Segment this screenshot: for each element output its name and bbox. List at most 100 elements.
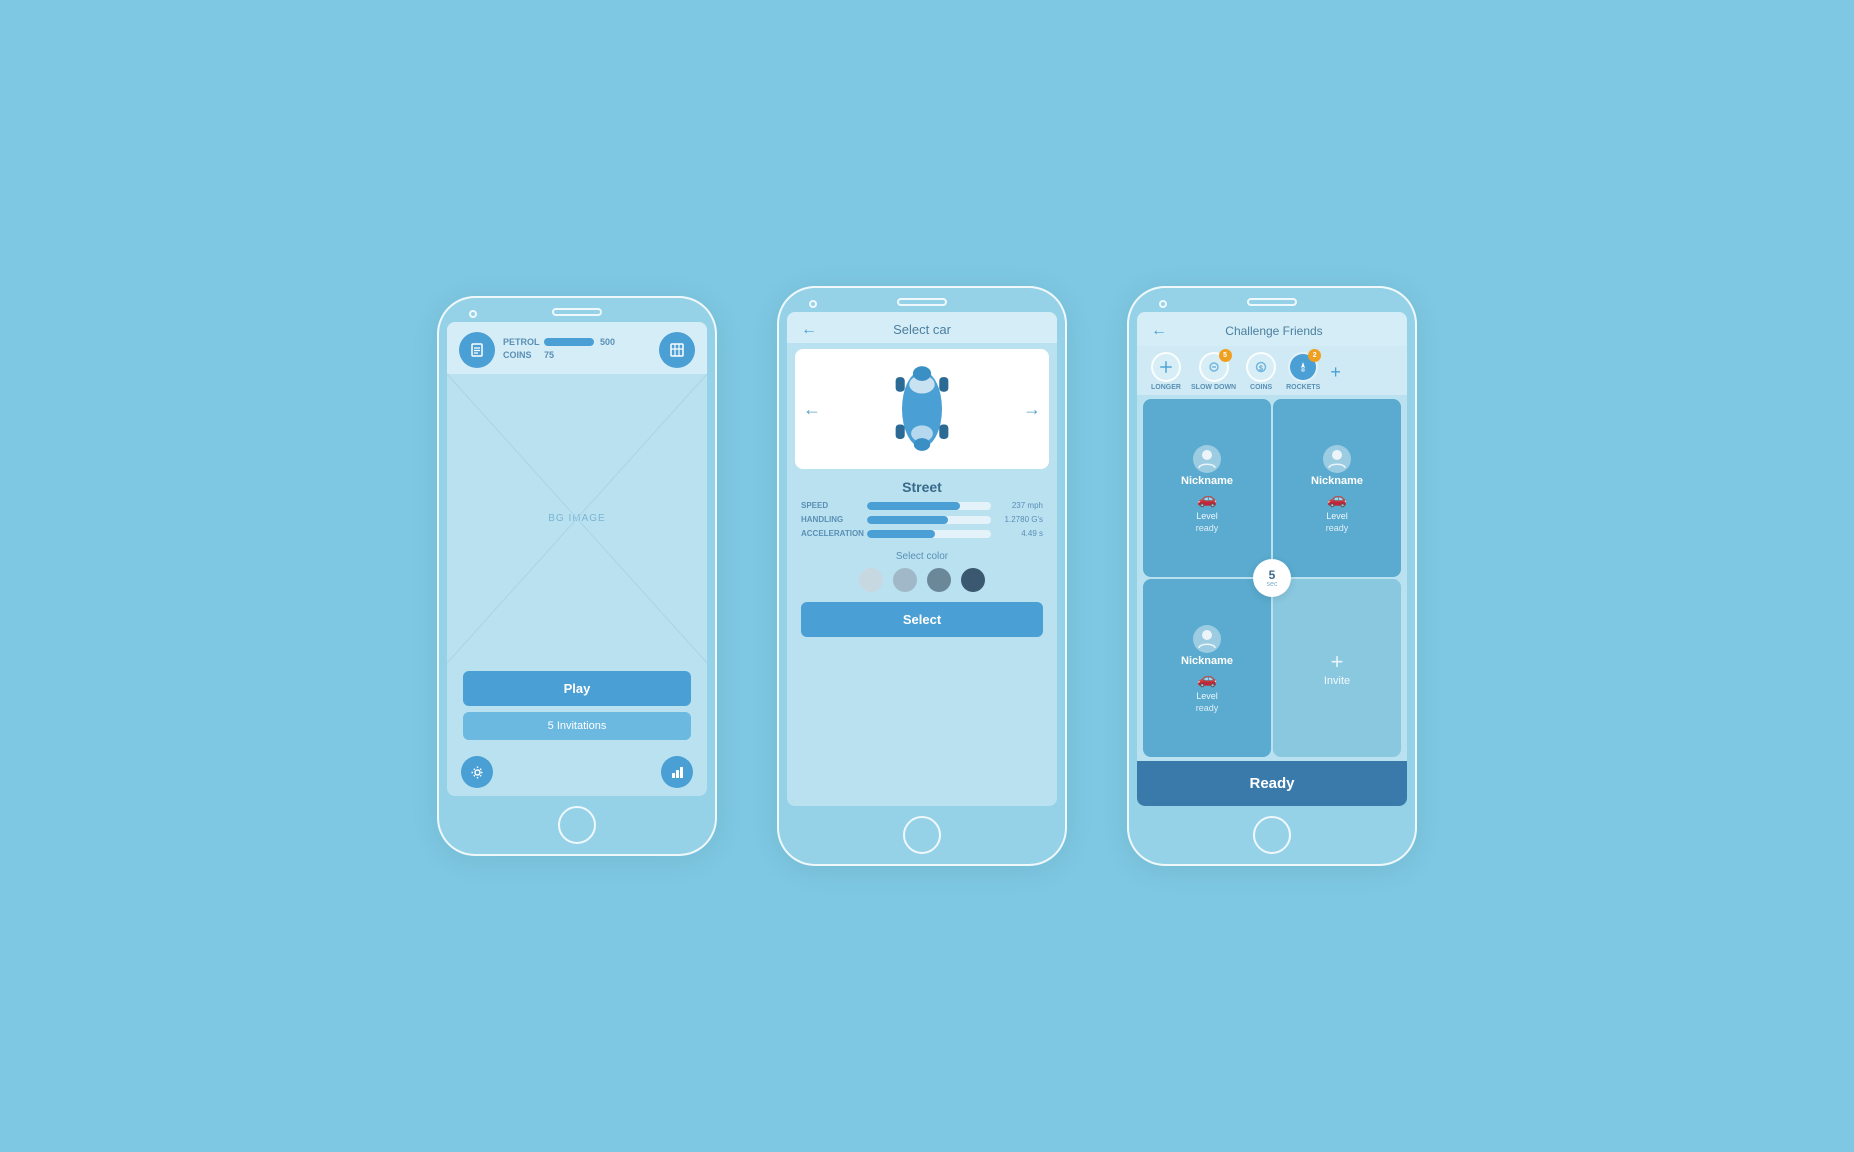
phone-2: ← Select car ←	[777, 286, 1067, 866]
phone2-back-button[interactable]: ←	[801, 321, 817, 339]
speed-row: SPEED 237 mph	[801, 501, 1043, 510]
phone2-car-next[interactable]: →	[1023, 399, 1041, 420]
powerup-slowdown: 5 SLOW DOWN	[1191, 352, 1236, 391]
coins-circle[interactable]: $	[1246, 352, 1276, 382]
longer-label: LONGER	[1151, 384, 1181, 391]
petrol-bar	[544, 338, 594, 346]
player3-level: Level	[1196, 691, 1218, 701]
phones-container: PETROL 500 COINS 75	[437, 286, 1417, 866]
speed-label: SPEED	[801, 501, 863, 510]
timer-label: sec	[1267, 581, 1278, 588]
player2-level: Level	[1326, 511, 1348, 521]
slowdown-circle[interactable]: 5	[1199, 352, 1229, 382]
speed-value: 237 mph	[995, 501, 1043, 510]
phone3-screen: ← Challenge Friends LONGER 5	[1137, 312, 1407, 806]
player-card-3: Nickname 🚗 Level ready	[1143, 579, 1271, 757]
player3-avatar	[1193, 625, 1221, 653]
phone2-bottom	[779, 806, 1065, 864]
acceleration-value: 4.49 s	[995, 529, 1043, 538]
player1-name: Nickname	[1181, 475, 1233, 487]
car-name: Street	[787, 475, 1057, 497]
phone2-right-button	[1066, 388, 1067, 423]
handling-bar-bg	[867, 516, 991, 524]
coins-row: COINS 75	[503, 350, 651, 360]
ready-button[interactable]: Ready	[1137, 761, 1407, 806]
phone1-right-button	[716, 398, 717, 433]
phone-1: PETROL 500 COINS 75	[437, 296, 717, 856]
phone3-back-button[interactable]: ←	[1151, 322, 1167, 340]
coins-label: COINS	[1250, 384, 1272, 391]
player2-status: ready	[1326, 523, 1349, 533]
speed-bar-bg	[867, 502, 991, 510]
color-picker	[787, 568, 1057, 592]
phone1-bg-area: BG IMAGE	[447, 374, 707, 663]
add-powerup-button[interactable]: +	[1330, 362, 1341, 391]
player3-name: Nickname	[1181, 655, 1233, 667]
phone2-speaker	[897, 298, 947, 306]
handling-value: 1.2780 G's	[995, 515, 1043, 524]
phone1-side-buttons	[437, 378, 438, 430]
phone1-bottom	[439, 796, 715, 854]
phone1-home-button[interactable]	[558, 806, 596, 844]
phone3-bottom	[1129, 806, 1415, 864]
phone2-car-prev[interactable]: ←	[803, 399, 821, 420]
handling-row: HANDLING 1.2780 G's	[801, 515, 1043, 524]
phone2-home-button[interactable]	[903, 816, 941, 854]
color-medium-gray[interactable]	[893, 568, 917, 592]
coins-label: COINS	[503, 350, 538, 360]
phone2-screen: ← Select car ←	[787, 312, 1057, 806]
notes-icon	[459, 332, 495, 368]
acceleration-label: ACCELERATION	[801, 529, 863, 538]
color-darkest[interactable]	[961, 568, 985, 592]
phone1-footer	[447, 750, 707, 796]
phone3-home-button[interactable]	[1253, 816, 1291, 854]
phone-3: ← Challenge Friends LONGER 5	[1127, 286, 1417, 866]
color-dark-gray[interactable]	[927, 568, 951, 592]
longer-circle[interactable]	[1151, 352, 1181, 382]
phone3-right-button	[1416, 388, 1417, 423]
phone2-top-bar	[779, 288, 1065, 312]
petrol-label: PETROL	[503, 337, 538, 347]
phone3-top-bar	[1129, 288, 1415, 312]
select-car-button[interactable]: Select	[801, 602, 1043, 637]
settings-icon[interactable]	[461, 756, 493, 788]
color-light-gray[interactable]	[859, 568, 883, 592]
acceleration-row: ACCELERATION 4.49 s	[801, 529, 1043, 538]
color-section-label: Select color	[787, 551, 1057, 562]
phone3-players-grid: Nickname 🚗 Level ready Nickname 🚗	[1137, 395, 1407, 761]
invitations-button[interactable]: 5 Invitations	[463, 712, 691, 740]
phone3-camera	[1159, 300, 1167, 308]
invite-text: Invite	[1324, 675, 1350, 687]
phone2-camera	[809, 300, 817, 308]
phone2-title: Select car	[893, 322, 951, 337]
player1-level: Level	[1196, 511, 1218, 521]
phone2-car-display: ←	[795, 349, 1049, 469]
svg-text:$: $	[1259, 366, 1263, 373]
coins-value: 75	[544, 350, 554, 360]
invite-plus-icon: +	[1331, 651, 1344, 673]
phone1-stats: PETROL 500 COINS 75	[495, 337, 659, 363]
player2-car: 🚗	[1327, 489, 1347, 509]
handling-bar-fill	[867, 516, 948, 524]
phone3-header: ← Challenge Friends	[1137, 312, 1407, 346]
play-button[interactable]: Play	[463, 671, 691, 706]
phone1-camera	[469, 310, 477, 318]
petrol-row: PETROL 500	[503, 337, 651, 347]
powerup-longer: LONGER	[1151, 352, 1181, 391]
rockets-circle[interactable]: 2	[1288, 352, 1318, 382]
phone2-stats: SPEED 237 mph HANDLING 1.2780 G's ACCELE…	[787, 497, 1057, 547]
timer-number: 5	[1269, 569, 1276, 581]
powerup-rockets: 2 ROCKETS	[1286, 352, 1320, 391]
player-card-1: Nickname 🚗 Level ready	[1143, 399, 1271, 577]
shop-icon[interactable]	[659, 332, 695, 368]
invite-card[interactable]: + Invite	[1273, 579, 1401, 757]
powerup-coins: $ COINS	[1246, 352, 1276, 391]
petrol-value: 500	[600, 337, 615, 347]
car-image	[887, 359, 957, 459]
rockets-label: ROCKETS	[1286, 384, 1320, 391]
stats-icon[interactable]	[661, 756, 693, 788]
speed-bar-fill	[867, 502, 960, 510]
slowdown-badge: 5	[1219, 349, 1232, 362]
countdown-timer: 5 sec	[1253, 559, 1291, 597]
phone2-side-buttons	[777, 368, 778, 420]
